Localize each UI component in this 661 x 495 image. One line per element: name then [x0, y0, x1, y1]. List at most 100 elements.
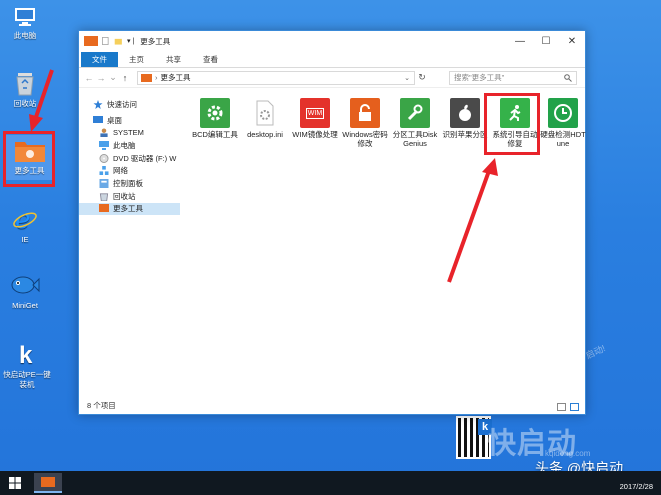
sidebar-item-network[interactable]: 网络 — [79, 164, 180, 177]
wrench-icon — [400, 98, 430, 128]
properties-icon[interactable] — [101, 36, 111, 46]
back-button[interactable]: ← — [83, 73, 95, 83]
sidebar-item-label: 回收站 — [113, 191, 136, 201]
computer-icon — [99, 140, 109, 150]
refresh-button[interactable]: ↻ — [415, 72, 429, 83]
search-input[interactable]: 搜索"更多工具" — [449, 70, 577, 85]
minimize-button[interactable]: — — [507, 31, 533, 51]
sidebar-item-desktop[interactable]: 桌面 — [79, 114, 180, 127]
ie-icon: e — [13, 206, 37, 232]
lock-icon — [350, 98, 380, 128]
sidebar-item-system[interactable]: SYSTEM — [79, 126, 180, 139]
title-bar[interactable]: ▾ | 更多工具 — ☐ ✕ — [79, 31, 585, 51]
file-item[interactable]: WIM WIM镜像处理 — [291, 98, 339, 139]
wim-badge: WIM — [305, 107, 325, 119]
file-name: Windows密码修改 — [342, 130, 388, 148]
address-bar-row: ← → ⌄ ↑ › 更多工具 ⌄ ↻ 搜索"更多工具" — [79, 68, 585, 88]
taskbar — [0, 471, 661, 495]
sidebar-item-control-panel[interactable]: 控制面板 — [79, 177, 180, 190]
fish-icon — [11, 276, 40, 294]
forward-button[interactable]: → — [95, 73, 107, 83]
desktop-icon-label: IE — [21, 235, 29, 244]
file-item[interactable]: 分区工具DiskGenius — [391, 98, 439, 148]
window-title: 更多工具 — [140, 36, 171, 46]
start-button[interactable] — [0, 471, 30, 495]
dvd-icon — [99, 153, 109, 163]
highlight-frame-file — [484, 93, 540, 155]
sidebar-item-label: 更多工具 — [113, 204, 143, 214]
desktop-icon-ie[interactable]: e IE — [0, 206, 50, 245]
clock-icon — [548, 98, 578, 128]
recycle-bin-icon — [16, 73, 34, 96]
search-icon — [564, 73, 572, 82]
folder-icon — [141, 73, 152, 82]
star-icon — [93, 99, 103, 109]
maximize-button[interactable]: ☐ — [533, 31, 559, 51]
file-item[interactable]: 硬盘检测HDTune — [539, 98, 587, 148]
recycle-bin-icon — [99, 193, 109, 201]
desktop-icon-label: MiniGet — [12, 301, 38, 310]
up-button[interactable]: ↑ — [119, 73, 131, 83]
status-item-count: 8 个项目 — [87, 401, 116, 410]
taskbar-item-explorer[interactable] — [34, 473, 62, 493]
file-item[interactable]: desktop.ini — [241, 98, 289, 139]
desktop-icon-miniget[interactable]: MiniGet — [0, 272, 50, 311]
file-item[interactable]: Windows密码修改 — [341, 98, 389, 148]
windows-logo-icon — [9, 477, 21, 489]
file-name: WIM镜像处理 — [292, 130, 338, 139]
large-icons-view-icon[interactable] — [570, 403, 579, 411]
quick-access-toolbar-dropdown[interactable]: ▾ | — [127, 37, 134, 45]
view-toggle — [557, 403, 579, 411]
gear-icon — [200, 98, 230, 128]
file-name: 硬盘检测HDTune — [540, 130, 586, 148]
recent-locations-button[interactable]: ⌄ — [107, 72, 119, 83]
tab-share[interactable]: 共享 — [155, 52, 192, 67]
highlight-frame-desktop — [3, 131, 55, 187]
desktop-icon — [93, 115, 103, 123]
desktop-icon-this-pc[interactable]: 此电脑 — [0, 6, 50, 41]
sidebar-item-label: DVD 驱动器 (F:) W — [113, 153, 177, 163]
explorer-window: ▾ | 更多工具 — ☐ ✕ 文件 主页 共享 查看 ← → ⌄ ↑ › 更多工… — [78, 30, 586, 415]
apple-icon — [450, 98, 480, 128]
sidebar-item-recycle-bin[interactable]: 回收站 — [79, 190, 180, 203]
desktop-icon-label: 此电脑 — [13, 31, 37, 40]
address-dropdown-icon[interactable]: ⌄ — [404, 74, 414, 82]
sidebar-item-label: 控制面板 — [113, 178, 143, 188]
search-placeholder: 搜索"更多工具" — [454, 73, 505, 82]
sidebar-item-more-tools[interactable]: 更多工具 — [79, 202, 180, 216]
ribbon-tabs: 文件 主页 共享 查看 — [79, 51, 585, 68]
tab-file[interactable]: 文件 — [81, 52, 118, 67]
file-name: BCD编辑工具 — [192, 130, 238, 139]
desktop-icon-recycle-bin[interactable]: 回收站 — [0, 70, 50, 109]
folder-icon — [41, 477, 55, 487]
sidebar-item-label: 此电脑 — [113, 140, 136, 150]
breadcrumb-current[interactable]: 更多工具 — [161, 72, 191, 83]
desktop-icon-label: 回收站 — [13, 99, 37, 108]
computer-icon — [15, 8, 35, 26]
desktop-icon-kqidong-pe[interactable]: k 快启动PE一键装机 — [0, 341, 54, 390]
taskbar-date: 2017/2/28 — [619, 482, 653, 491]
sidebar-item-label: 桌面 — [107, 115, 122, 125]
file-name: 识别苹果分区 — [442, 130, 488, 139]
network-icon — [99, 166, 109, 176]
breadcrumb-chevron[interactable]: › — [155, 73, 158, 82]
wim-icon: WIM — [300, 98, 330, 128]
sidebar-item-this-pc[interactable]: 此电脑 — [79, 139, 180, 152]
sidebar-item-label: 快速访问 — [107, 99, 137, 109]
navigation-pane: 快速访问 桌面 SYSTEM 此电脑 DVD 驱动器 (F:) W 网络 控制面… — [79, 90, 180, 400]
desktop-brand-url: kqidong.com — [545, 449, 591, 458]
address-input[interactable]: › 更多工具 ⌄ — [137, 70, 415, 85]
sidebar-item-dvd-drive[interactable]: DVD 驱动器 (F:) W — [79, 152, 180, 165]
sidebar-item-quick-access[interactable]: 快速访问 — [79, 98, 180, 111]
folder-icon — [99, 204, 109, 213]
close-button[interactable]: ✕ — [559, 31, 585, 51]
tab-home[interactable]: 主页 — [118, 52, 155, 67]
details-view-icon[interactable] — [557, 403, 566, 411]
file-name: 分区工具DiskGenius — [392, 130, 438, 148]
file-name: desktop.ini — [247, 130, 283, 139]
file-item[interactable]: 识别苹果分区 — [441, 98, 489, 139]
file-item[interactable]: BCD编辑工具 — [191, 98, 239, 139]
new-folder-icon[interactable] — [114, 36, 124, 46]
folder-icon — [84, 36, 98, 46]
tab-view[interactable]: 查看 — [192, 52, 229, 67]
